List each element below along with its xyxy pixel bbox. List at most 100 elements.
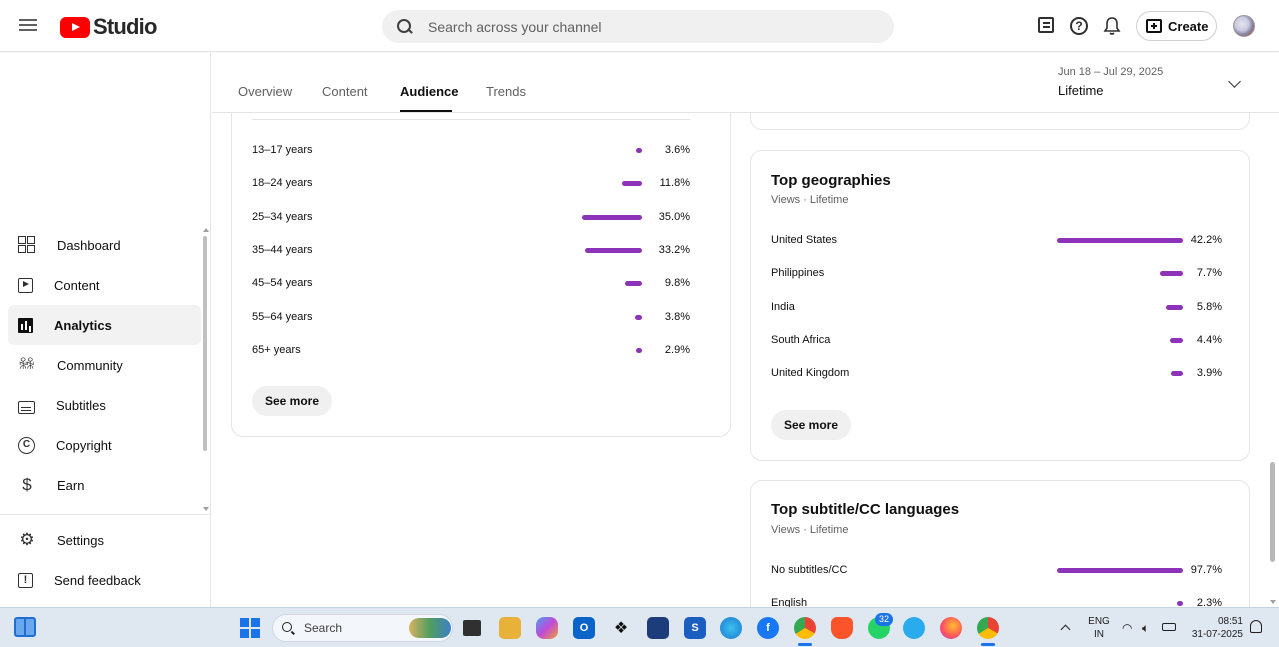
sidebar-item-subtitles[interactable]: Subtitles: [8, 385, 201, 425]
file-explorer-icon[interactable]: [499, 617, 521, 639]
facebook-icon[interactable]: f: [757, 617, 779, 639]
row-percentage: 3.8%: [664, 310, 690, 323]
create-button-label: Create: [1168, 18, 1209, 34]
search-icon: [282, 621, 295, 635]
wifi-icon[interactable]: ◠: [1122, 621, 1132, 635]
sidebar-scrollbar[interactable]: [203, 236, 207, 451]
lang-line-2: IN: [1094, 629, 1104, 640]
row-percentage: 35.0%: [658, 210, 690, 223]
tab-trends[interactable]: Trends: [486, 84, 526, 99]
system-clock[interactable]: 08:51 31-07-2025: [1187, 615, 1243, 641]
dropbox-icon[interactable]: ❖: [610, 617, 632, 639]
tab-audience[interactable]: Audience: [400, 84, 459, 99]
row-label: United Kingdom: [771, 367, 850, 380]
create-video-icon: [1146, 19, 1162, 33]
tab-overview[interactable]: Overview: [238, 84, 292, 99]
windows-taskbar: Search O ❖ S f 32 ENG IN ◠ 🔈︎ 08:51 31-0…: [0, 607, 1279, 647]
sidebar-item-dashboard[interactable]: Dashboard: [8, 225, 201, 265]
row-label: 45–54 years: [252, 277, 313, 290]
sidebar-item-label: Send feedback: [54, 572, 141, 588]
windows-start-icon[interactable]: [240, 618, 260, 638]
edge-browser-icon[interactable]: [720, 617, 742, 639]
firefox-icon[interactable]: [940, 617, 962, 639]
clock-date: 31-07-2025: [1191, 629, 1243, 640]
sidebar-divider: [0, 514, 210, 515]
youtube-studio-logo[interactable]: Studio: [60, 14, 157, 40]
row-percentage: 5.8%: [1196, 300, 1222, 313]
search-highlight-image: [409, 618, 451, 638]
sidebar-item-settings[interactable]: ⚙ Settings: [8, 520, 201, 560]
whatsapp-unread-badge: 32: [875, 613, 893, 626]
outlook-icon[interactable]: O: [573, 617, 595, 639]
card-title: Top subtitle/CC languages: [771, 501, 960, 518]
widgets-icon[interactable]: [14, 617, 36, 637]
page-scroll-down-arrow[interactable]: [1270, 600, 1276, 604]
age-see-more-button[interactable]: See more: [252, 386, 333, 416]
analytics-tabs-bar: Overview Content Audience Trends Jun 18 …: [212, 53, 1279, 113]
sidebar-item-label: Content: [54, 277, 100, 293]
sidebar-item-label: Earn: [57, 477, 85, 493]
sidebar-item-community[interactable]: ꆜꆜ Community: [8, 345, 201, 385]
taskbar-search[interactable]: Search: [272, 614, 453, 642]
bell-icon-svg: [1103, 17, 1121, 35]
app-s-icon[interactable]: S: [684, 617, 706, 639]
sidebar-scroll-down-arrow[interactable]: [203, 507, 209, 511]
account-avatar[interactable]: [1233, 15, 1255, 37]
date-range-label: Lifetime: [1058, 83, 1104, 98]
help-icon[interactable]: ?: [1070, 17, 1088, 35]
card-title: Top geographies: [771, 172, 891, 189]
volume-icon[interactable]: 🔈︎: [1142, 621, 1149, 636]
sidebar-item-earn[interactable]: $ Earn: [8, 465, 201, 505]
captions-icon[interactable]: [1038, 17, 1054, 33]
sidebar-item-label: Settings: [57, 532, 104, 548]
telegram-icon[interactable]: [903, 617, 925, 639]
tab-content[interactable]: Content: [322, 84, 368, 99]
row-label: No subtitles/CC: [771, 564, 848, 576]
sidebar-scroll-up-arrow[interactable]: [203, 228, 209, 232]
search-box[interactable]: [382, 10, 894, 43]
tray-overflow-chevron-icon[interactable]: [1060, 624, 1071, 635]
top-header: Studio ? Create: [0, 0, 1279, 52]
row-percentage: 7.7%: [1196, 267, 1222, 280]
row-percentage: 11.8%: [659, 177, 690, 190]
row-label: Philippines: [771, 267, 825, 280]
battery-icon[interactable]: [1162, 623, 1176, 631]
sidebar-item-analytics[interactable]: Analytics: [8, 305, 201, 345]
row-label: 55–64 years: [252, 310, 313, 323]
subtitles-icon: [18, 400, 35, 414]
page-scrollbar[interactable]: [1270, 462, 1275, 562]
date-range-selector[interactable]: Jun 18 – Jul 29, 2025 Lifetime: [1058, 66, 1258, 102]
row-label: 65+ years: [252, 343, 301, 356]
chrome-icon[interactable]: [794, 617, 816, 639]
row-label: 13–17 years: [252, 144, 313, 156]
sidebar-item-send-feedback[interactable]: ! Send feedback: [8, 560, 201, 600]
input-language-indicator[interactable]: ENG IN: [1087, 615, 1111, 641]
youtube-play-icon: [60, 16, 90, 38]
geo-see-more-button[interactable]: See more: [771, 410, 852, 440]
notifications-bell-icon[interactable]: [1103, 16, 1123, 36]
sidebar-item-label: Dashboard: [57, 237, 121, 253]
active-tab-indicator: [400, 110, 452, 112]
earn-icon: $: [22, 475, 32, 494]
percentage-bar: [585, 247, 642, 253]
task-view-icon[interactable]: [463, 620, 481, 636]
settings-gear-icon: ⚙: [19, 530, 35, 549]
brave-browser-icon[interactable]: [831, 617, 853, 639]
row-label: United States: [771, 234, 838, 246]
copilot-icon[interactable]: [536, 617, 558, 639]
sidebar-item-copyright[interactable]: C Copyright: [8, 425, 201, 465]
percentage-bar: [1057, 568, 1183, 573]
calculator-icon[interactable]: [647, 617, 669, 639]
menu-icon[interactable]: [19, 16, 39, 34]
sidebar-item-content[interactable]: Content: [8, 265, 201, 305]
search-icon[interactable]: [396, 18, 414, 36]
lang-line-1: ENG: [1088, 616, 1110, 627]
chrome-profile-icon[interactable]: [977, 617, 999, 639]
card-divider: [252, 119, 690, 120]
row-label: South Africa: [771, 333, 831, 346]
card-subtitle: Views · Lifetime: [771, 194, 849, 206]
create-button[interactable]: Create: [1136, 11, 1217, 41]
search-input[interactable]: [428, 18, 868, 35]
row-label: 18–24 years: [252, 177, 313, 190]
notification-center-icon[interactable]: [1250, 620, 1262, 633]
